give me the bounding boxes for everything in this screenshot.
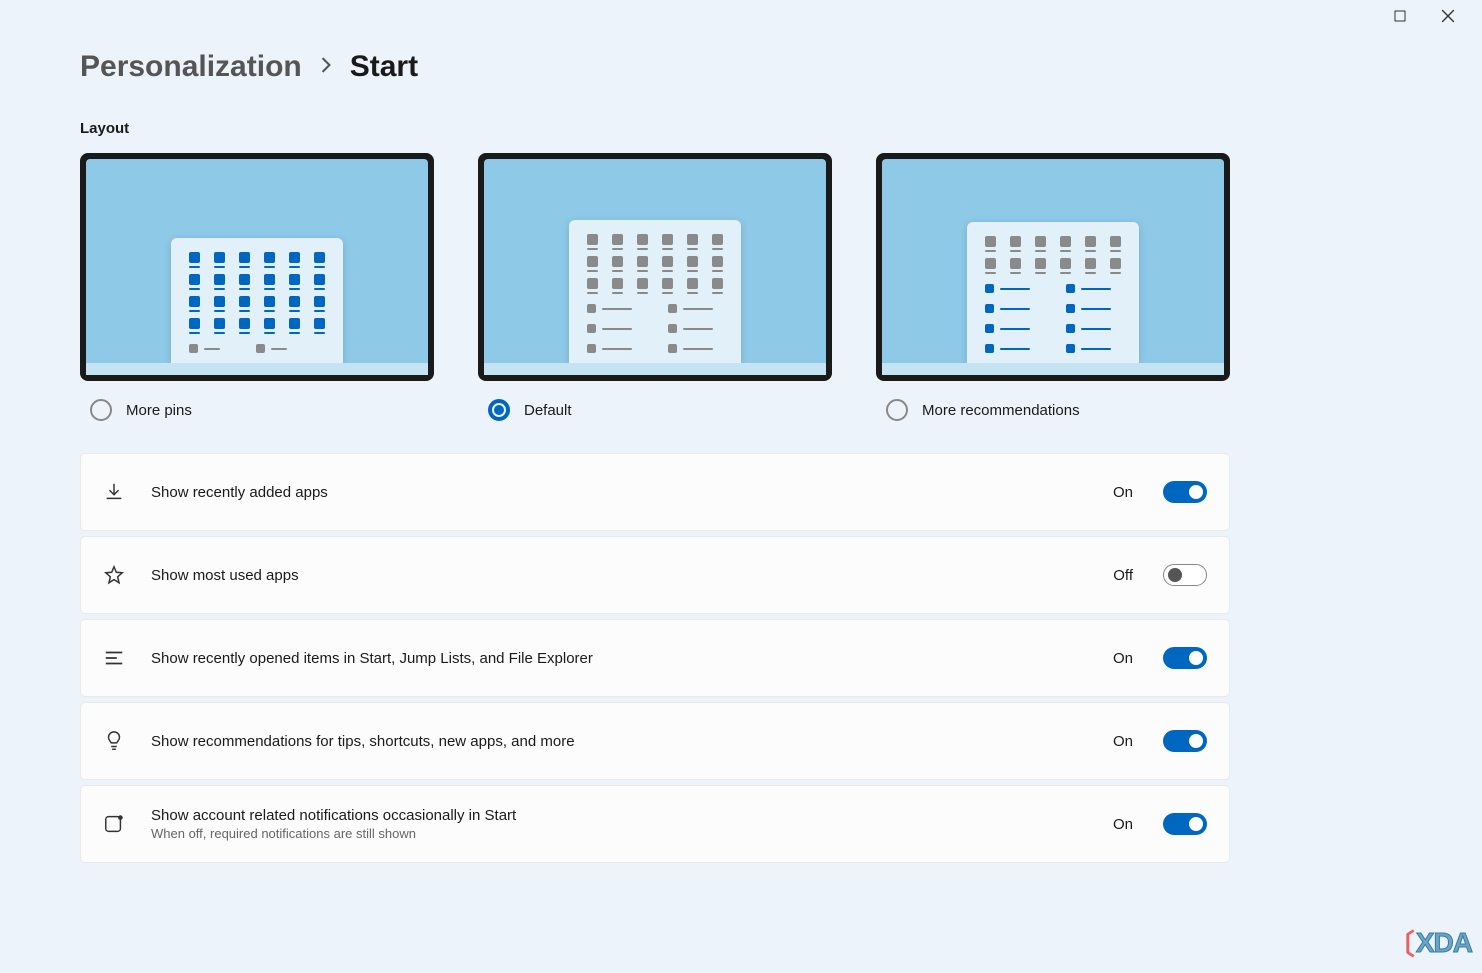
radio-label: More recommendations — [922, 402, 1080, 419]
radio-more-pins[interactable]: More pins — [80, 399, 434, 421]
setting-most-used-apps[interactable]: Show most used apps Off — [80, 536, 1230, 614]
layout-option-more-recommendations: More recommendations — [876, 153, 1230, 421]
layout-option-more-pins: More pins — [80, 153, 434, 421]
chevron-right-icon — [320, 56, 332, 79]
breadcrumb-parent[interactable]: Personalization — [80, 50, 302, 84]
toggle-switch[interactable] — [1163, 647, 1207, 669]
star-icon — [103, 564, 125, 586]
toggle-switch[interactable] — [1163, 813, 1207, 835]
setting-recommendations-tips[interactable]: Show recommendations for tips, shortcuts… — [80, 702, 1230, 780]
toggle-state-label: Off — [1113, 567, 1133, 584]
radio-icon — [90, 399, 112, 421]
setting-title: Show most used apps — [151, 567, 1087, 584]
toggle-state-label: On — [1113, 733, 1133, 750]
setting-recently-opened-items[interactable]: Show recently opened items in Start, Jum… — [80, 619, 1230, 697]
settings-list: Show recently added apps On Show most us… — [80, 453, 1230, 863]
settings-page: Personalization Start Layout — [0, 0, 1310, 863]
layout-options: More pins — [80, 153, 1230, 421]
setting-title: Show recommendations for tips, shortcuts… — [151, 733, 1087, 750]
toggle-switch[interactable] — [1163, 730, 1207, 752]
radio-icon — [488, 399, 510, 421]
layout-preview-more-pins[interactable] — [80, 153, 434, 381]
toggle-switch[interactable] — [1163, 481, 1207, 503]
list-icon — [103, 647, 125, 669]
page-title: Start — [350, 50, 418, 84]
lightbulb-icon — [103, 730, 125, 752]
radio-default[interactable]: Default — [478, 399, 832, 421]
layout-preview-default[interactable] — [478, 153, 832, 381]
radio-label: More pins — [126, 402, 192, 419]
radio-more-recommendations[interactable]: More recommendations — [876, 399, 1230, 421]
account-badge-icon — [103, 813, 125, 835]
breadcrumb: Personalization Start — [80, 50, 1230, 84]
radio-label: Default — [524, 402, 572, 419]
setting-title: Show account related notifications occas… — [151, 807, 1087, 824]
maximize-button[interactable] — [1386, 4, 1414, 28]
layout-option-default: Default — [478, 153, 832, 421]
layout-preview-more-recommendations[interactable] — [876, 153, 1230, 381]
setting-account-notifications[interactable]: Show account related notifications occas… — [80, 785, 1230, 863]
setting-recently-added-apps[interactable]: Show recently added apps On — [80, 453, 1230, 531]
setting-title: Show recently added apps — [151, 484, 1087, 501]
toggle-switch[interactable] — [1163, 564, 1207, 586]
layout-section-label: Layout — [80, 120, 1230, 137]
download-icon — [103, 481, 125, 503]
toggle-state-label: On — [1113, 484, 1133, 501]
setting-subtitle: When off, required notifications are sti… — [151, 826, 1087, 841]
setting-title: Show recently opened items in Start, Jum… — [151, 650, 1087, 667]
window-controls — [1386, 0, 1482, 28]
watermark-logo: 〔XDA — [1387, 923, 1472, 963]
close-button[interactable] — [1434, 4, 1462, 28]
toggle-state-label: On — [1113, 816, 1133, 833]
radio-icon — [886, 399, 908, 421]
toggle-state-label: On — [1113, 650, 1133, 667]
